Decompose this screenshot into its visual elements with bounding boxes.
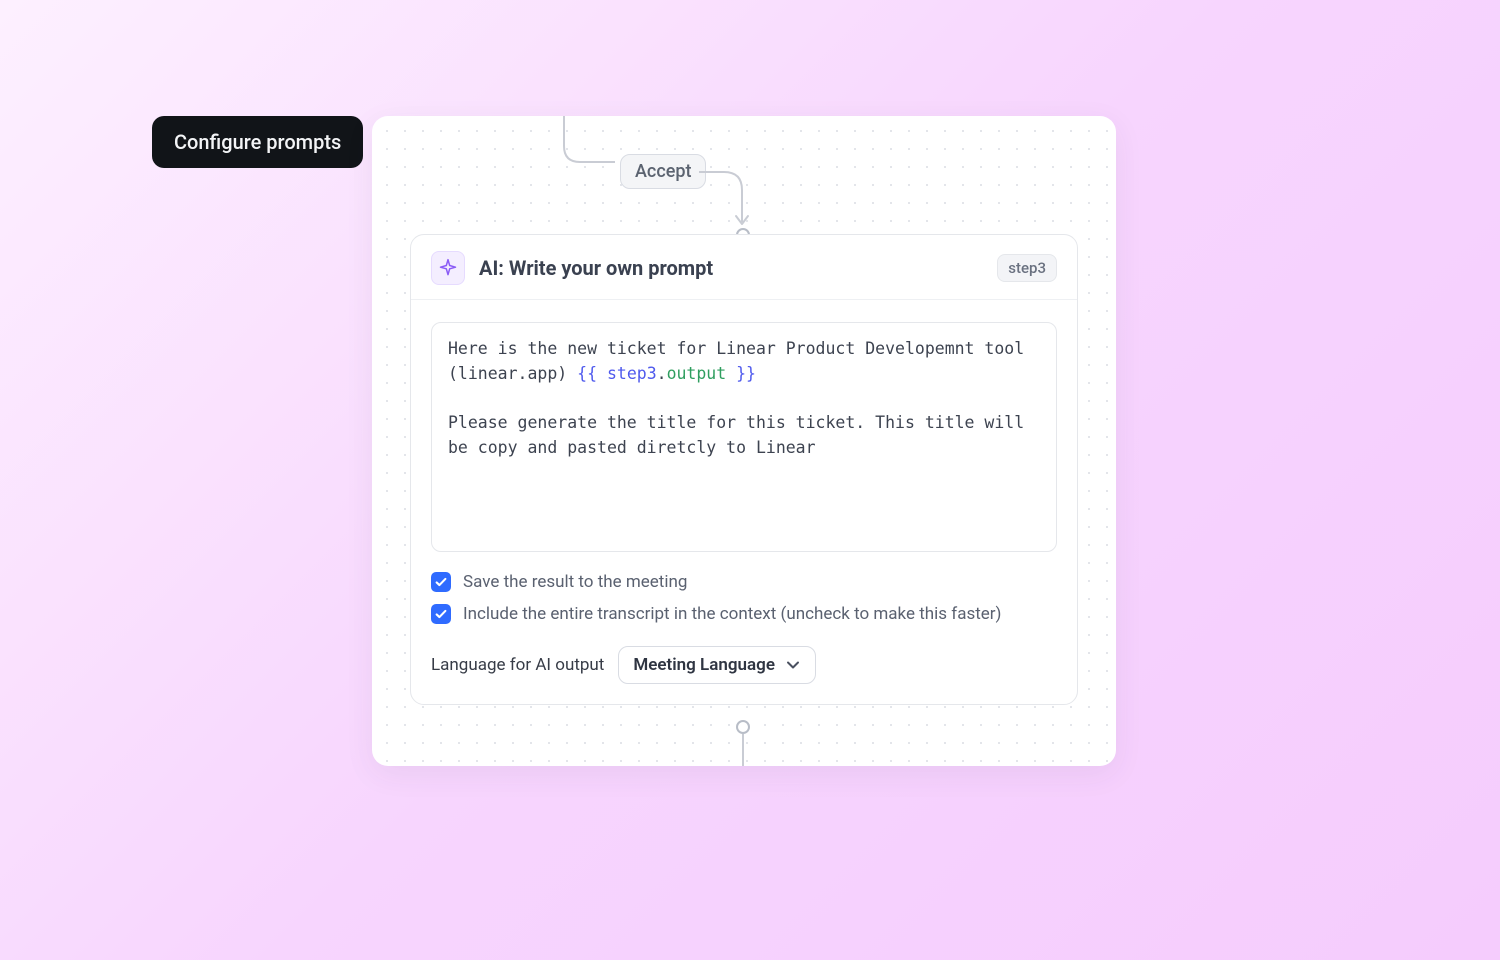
ai-prompt-card: AI: Write your own prompt step3 Here is …	[410, 234, 1078, 705]
chevron-down-icon	[785, 657, 801, 673]
template-var-output: output	[667, 364, 727, 383]
connector-bottom	[742, 734, 744, 766]
template-var-step: step3	[607, 364, 657, 383]
language-row: Language for AI output Meeting Language	[431, 646, 1057, 684]
accept-node[interactable]: Accept	[620, 154, 706, 189]
step-badge: step3	[997, 254, 1057, 282]
language-select-value: Meeting Language	[633, 655, 775, 675]
language-select[interactable]: Meeting Language	[618, 646, 816, 684]
prompt-textarea[interactable]: Here is the new ticket for Linear Produc…	[431, 322, 1057, 552]
card-header: AI: Write your own prompt step3	[411, 235, 1077, 300]
card-title: AI: Write your own prompt	[479, 256, 983, 280]
include-transcript-label: Include the entire transcript in the con…	[463, 604, 1001, 624]
card-output-port[interactable]	[736, 720, 750, 734]
workflow-canvas: Accept AI: Write your own prompt step3 H…	[372, 116, 1116, 766]
sparkle-icon	[431, 251, 465, 285]
include-transcript-row: Include the entire transcript in the con…	[431, 604, 1057, 624]
save-result-label: Save the result to the meeting	[463, 572, 687, 592]
template-brace-close: }}	[726, 364, 756, 383]
configure-prompts-label: Configure prompts	[152, 116, 363, 168]
include-transcript-checkbox[interactable]	[431, 604, 451, 624]
card-body: Here is the new ticket for Linear Produc…	[411, 300, 1077, 704]
language-label: Language for AI output	[431, 655, 604, 675]
prompt-text-2: Please generate the title for this ticke…	[448, 413, 1034, 457]
save-result-checkbox[interactable]	[431, 572, 451, 592]
save-result-row: Save the result to the meeting	[431, 572, 1057, 592]
template-brace-open: {{	[577, 364, 607, 383]
template-var-dot: .	[657, 364, 667, 383]
connector-mid	[698, 166, 752, 236]
